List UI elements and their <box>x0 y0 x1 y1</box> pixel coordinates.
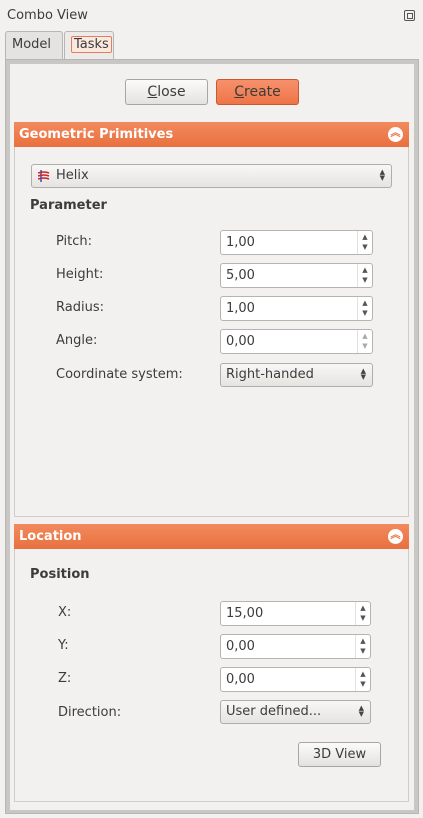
tab-tasks[interactable]: Tasks <box>64 31 114 59</box>
select-arrows-icon: ▲ ▼ <box>358 704 364 718</box>
angle-input[interactable]: 0,00 ▲ ▼ <box>220 329 373 354</box>
height-label: Height: <box>56 267 104 282</box>
spinbox-arrows-icon[interactable]: ▲ ▼ <box>357 330 372 353</box>
create-mnemonic: C <box>234 84 245 100</box>
spinbox-arrows-icon[interactable]: ▲ ▼ <box>357 231 372 254</box>
z-input[interactable]: 0,00 ▲ ▼ <box>220 667 371 692</box>
coordinate-system-label: Coordinate system: <box>56 367 183 382</box>
z-label: Z: <box>58 671 72 686</box>
primitive-type-select[interactable]: Helix ▲ ▼ <box>31 164 392 188</box>
close-mnemonic: C <box>147 84 158 100</box>
parameter-group-label: Parameter <box>30 198 107 213</box>
position-group-label: Position <box>30 567 90 582</box>
z-value: 0,00 <box>226 672 255 687</box>
location-section-title: Location <box>19 529 82 544</box>
y-value: 0,00 <box>226 639 255 654</box>
y-input[interactable]: 0,00 ▲ ▼ <box>220 634 371 659</box>
create-button[interactable]: Create <box>216 79 299 105</box>
spinbox-arrows-icon[interactable]: ▲ ▼ <box>355 602 370 625</box>
direction-select[interactable]: User defined... ▲ ▼ <box>220 700 371 724</box>
direction-value: User defined... <box>226 704 322 719</box>
primitive-type-value: Helix <box>56 168 89 183</box>
pitch-input[interactable]: 1,00 ▲ ▼ <box>220 230 373 255</box>
radius-value: 1,00 <box>226 301 255 316</box>
direction-label: Direction: <box>58 705 122 720</box>
3d-view-button[interactable]: 3D View <box>298 742 381 767</box>
primitives-section-header[interactable]: Geometric Primitives ︽ <box>14 122 409 147</box>
radius-label: Radius: <box>56 300 104 315</box>
radius-input[interactable]: 1,00 ▲ ▼ <box>220 296 373 321</box>
angle-value: 0,00 <box>226 334 255 349</box>
select-arrows-icon: ▲ ▼ <box>360 367 366 381</box>
coordinate-system-select[interactable]: Right-handed ▲ ▼ <box>220 363 373 387</box>
close-label: lose <box>157 84 186 100</box>
spinbox-arrows-icon[interactable]: ▲ ▼ <box>355 635 370 658</box>
close-button[interactable]: Close <box>125 79 208 105</box>
height-input[interactable]: 5,00 ▲ ▼ <box>220 263 373 288</box>
spinbox-arrows-icon[interactable]: ▲ ▼ <box>357 264 372 287</box>
height-value: 5,00 <box>226 268 255 283</box>
pitch-label: Pitch: <box>56 234 93 249</box>
panel-title: Combo View <box>7 8 88 23</box>
tab-tasks-label: Tasks <box>71 36 112 53</box>
tab-model[interactable]: Model <box>5 31 63 59</box>
pitch-value: 1,00 <box>226 235 255 250</box>
primitives-section-title: Geometric Primitives <box>19 127 174 142</box>
create-label: reate <box>244 84 281 100</box>
location-section-header[interactable]: Location ︽ <box>14 524 409 549</box>
y-label: Y: <box>58 638 69 653</box>
helix-icon <box>38 170 50 182</box>
coordinate-system-value: Right-handed <box>226 367 314 382</box>
collapse-icon[interactable]: ︽ <box>388 127 403 142</box>
spinbox-arrows-icon[interactable]: ▲ ▼ <box>357 297 372 320</box>
x-input[interactable]: 15,00 ▲ ▼ <box>220 601 371 626</box>
select-arrows-icon: ▲ ▼ <box>379 168 385 182</box>
angle-label: Angle: <box>56 333 98 348</box>
x-value: 15,00 <box>226 606 264 621</box>
x-label: X: <box>58 605 72 620</box>
collapse-icon[interactable]: ︽ <box>388 529 403 544</box>
spinbox-arrows-icon[interactable]: ▲ ▼ <box>355 668 370 691</box>
undock-icon[interactable] <box>404 10 415 21</box>
